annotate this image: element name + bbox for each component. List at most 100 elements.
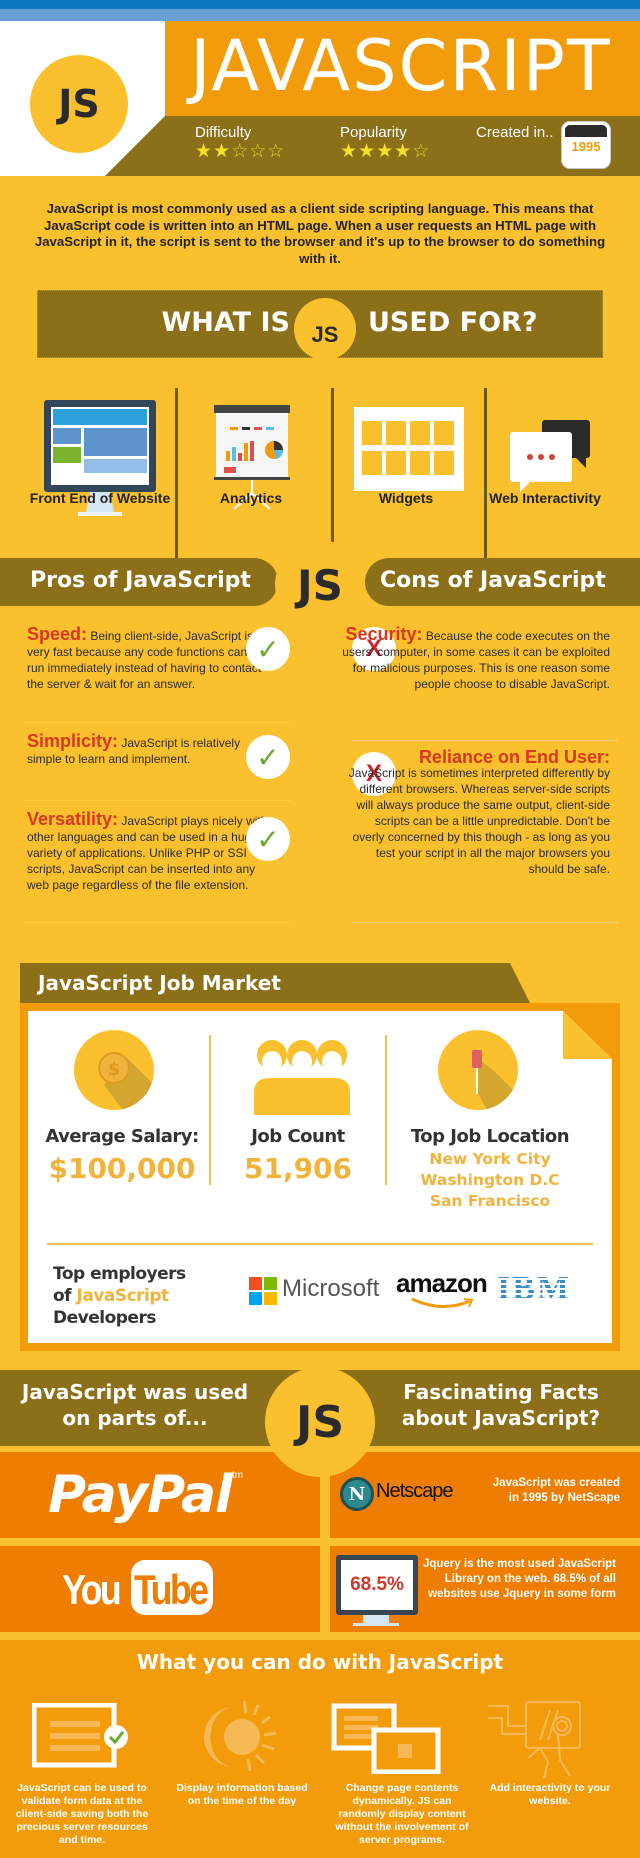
youtube-logo-you: You bbox=[62, 1566, 122, 1613]
js-badge: JS bbox=[265, 1367, 375, 1477]
top-bar bbox=[0, 0, 640, 9]
con-reliance: Reliance on End User: JavaScript is some… bbox=[340, 747, 610, 877]
salary-label: Average Salary: bbox=[45, 1126, 199, 1147]
job-count-label: Job Count bbox=[251, 1126, 345, 1147]
what-is-left: WHAT IS bbox=[161, 307, 291, 338]
can-do-text: Display information based on the time of… bbox=[176, 1782, 308, 1807]
divider bbox=[25, 722, 290, 723]
star-empty-icon: ☆ bbox=[267, 141, 286, 162]
microsoft-logo-icon bbox=[249, 1277, 277, 1305]
pro-simplicity: Simplicity: JavaScript is relatively sim… bbox=[27, 731, 277, 767]
con-security: Security: Because the code executes on t… bbox=[340, 624, 610, 692]
con-text: JavaScript is sometimes interpreted diff… bbox=[348, 766, 610, 876]
location-item: New York City bbox=[429, 1150, 551, 1168]
pro-versatility: Versatility: JavaScript plays nicely wit… bbox=[27, 809, 277, 893]
svg-text:$: $ bbox=[108, 1059, 121, 1080]
cons-title: Cons of JavaScript bbox=[380, 568, 606, 593]
job-hline bbox=[47, 1243, 593, 1245]
youtube-logo-tube: Tube bbox=[134, 1566, 209, 1613]
facts-title: Fascinating Facts about JavaScript? bbox=[401, 1380, 601, 1430]
widgets-grid-icon bbox=[354, 407, 464, 491]
amazon-smile-icon bbox=[411, 1297, 474, 1308]
js-badge: JS bbox=[275, 540, 365, 630]
use-label-front-end: Front End of Website bbox=[29, 490, 171, 506]
netscape-logo-icon: N bbox=[340, 1477, 374, 1511]
top-location-label: Top Job Location bbox=[410, 1126, 570, 1147]
windows-icon bbox=[331, 1703, 441, 1774]
paypal-tm: tm bbox=[232, 1470, 244, 1481]
star-filled-icon: ★ bbox=[195, 141, 214, 162]
js-badge: JS bbox=[294, 298, 356, 360]
monitor-base bbox=[353, 1623, 399, 1626]
js-logo: JS bbox=[30, 55, 128, 153]
fact-netscape: JavaScript was created in 1995 by NetSca… bbox=[492, 1477, 620, 1504]
touch-tablet-icon bbox=[488, 1701, 581, 1779]
popularity-rating: ★★★★☆ bbox=[340, 142, 430, 162]
pro-keyword: Speed: bbox=[27, 624, 88, 644]
employers-line: Top employers bbox=[53, 1264, 186, 1284]
employer-microsoft: Microsoft bbox=[282, 1275, 380, 1302]
can-do-text: Change page contents dynamically. JS can… bbox=[335, 1782, 469, 1846]
employers-line: Developers bbox=[53, 1308, 156, 1328]
con-keyword: Reliance on End User: bbox=[418, 747, 610, 767]
star-filled-icon: ★ bbox=[340, 141, 359, 162]
job-market-title: JavaScript Job Market bbox=[38, 971, 281, 995]
what-is-right: USED FOR? bbox=[368, 307, 538, 338]
intro-text: JavaScript is most commonly used as a cl… bbox=[34, 201, 606, 266]
check-icon: ✓ bbox=[246, 817, 290, 861]
can-do-text: Add interactivity to your website. bbox=[489, 1782, 611, 1807]
fact-jquery: Jquery is the most used JavaScript Libra… bbox=[422, 1558, 616, 1600]
star-empty-icon: ☆ bbox=[412, 141, 431, 162]
employer-ibm: IBM bbox=[497, 1270, 571, 1307]
star-empty-icon: ☆ bbox=[231, 141, 250, 162]
difficulty-label: Difficulty bbox=[195, 124, 252, 141]
salary-value: $100,000 bbox=[48, 1152, 196, 1185]
employers-of: of bbox=[53, 1286, 77, 1306]
jquery-stat: 68.5% bbox=[336, 1555, 418, 1615]
pros-title: Pros of JavaScript bbox=[30, 568, 251, 593]
divider bbox=[25, 800, 290, 801]
created-year: 1995 bbox=[571, 139, 601, 154]
star-filled-icon: ★ bbox=[358, 141, 377, 162]
created-label: Created in.. bbox=[476, 124, 554, 141]
divider bbox=[352, 922, 617, 923]
top-employers-label: Top employers of JavaScript Developers bbox=[53, 1263, 186, 1329]
pro-keyword: Simplicity: bbox=[27, 731, 119, 751]
calendar-icon: 1995 bbox=[562, 122, 610, 168]
used-on-title: JavaScript was used on parts of... bbox=[21, 1380, 249, 1430]
form-validate-icon bbox=[32, 1703, 128, 1768]
job-count-value: 51,906 bbox=[243, 1152, 353, 1185]
location-item: San Francisco bbox=[429, 1192, 551, 1210]
page-title: JAVASCRIPT bbox=[190, 25, 612, 107]
check-icon: ✓ bbox=[246, 627, 290, 671]
divider bbox=[352, 740, 617, 741]
top-bar-light bbox=[0, 9, 640, 21]
employer-amazon: amazon bbox=[396, 1268, 488, 1298]
map-pin-icon bbox=[438, 1030, 518, 1110]
location-item: Washington D.C bbox=[420, 1171, 560, 1189]
pro-keyword: Versatility: bbox=[27, 809, 119, 829]
what-you-can-do-title: What you can do with JavaScript bbox=[136, 1650, 504, 1674]
pro-speed: Speed: Being client-side, JavaScript is … bbox=[27, 624, 277, 692]
star-filled-icon: ★ bbox=[394, 141, 413, 162]
use-divider bbox=[175, 388, 178, 568]
chat-bubbles-icon bbox=[510, 420, 590, 492]
use-divider bbox=[484, 388, 487, 568]
infographic: JS JAVASCRIPT Difficulty ★★☆☆☆ Popularit… bbox=[0, 0, 640, 1858]
people-icon bbox=[254, 1040, 350, 1115]
calendar-top bbox=[565, 125, 607, 137]
dollar-coin-icon: $ bbox=[74, 1030, 154, 1110]
netscape-name: Netscape bbox=[376, 1480, 453, 1502]
con-keyword: Security: bbox=[345, 624, 423, 644]
can-do-text: JavaScript can be used to validate form … bbox=[15, 1782, 149, 1846]
divider bbox=[25, 922, 290, 923]
difficulty-rating: ★★☆☆☆ bbox=[195, 142, 285, 162]
star-filled-icon: ★ bbox=[213, 141, 232, 162]
employers-line: of JavaScript bbox=[53, 1285, 186, 1307]
popularity-label: Popularity bbox=[340, 124, 407, 141]
check-icon: ✓ bbox=[246, 735, 290, 779]
paypal-logo: PayPal bbox=[48, 1465, 233, 1525]
use-label-analytics: Analytics bbox=[219, 490, 283, 506]
star-filled-icon: ★ bbox=[376, 141, 395, 162]
star-empty-icon: ☆ bbox=[249, 141, 268, 162]
